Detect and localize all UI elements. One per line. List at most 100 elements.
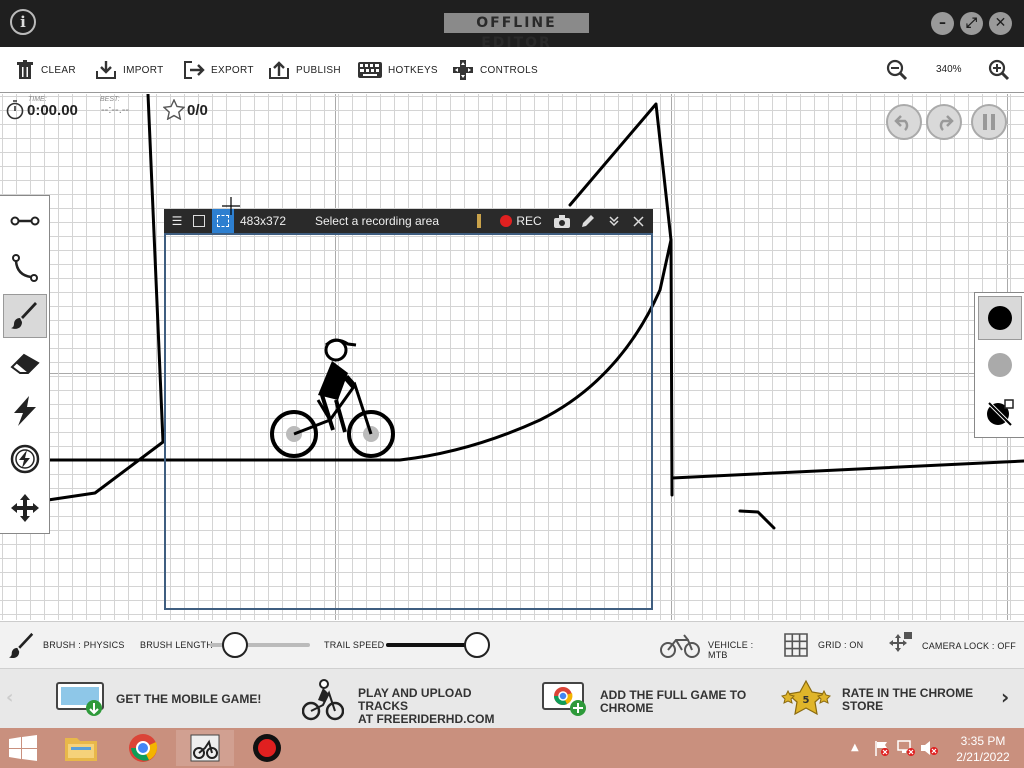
prev-promo-icon[interactable]: ‹ <box>6 687 13 708</box>
volume-muted-icon[interactable] <box>920 740 938 756</box>
run-timer: TIME: 0:00.00 BEST: --:--.-- 0/0 <box>6 96 246 124</box>
import-label: IMPORT <box>123 64 164 76</box>
promo-mobile-text: GET THE MOBILE GAME! <box>116 692 262 706</box>
black-circle-icon <box>988 306 1012 330</box>
recording-area-frame[interactable] <box>164 233 653 610</box>
start-button[interactable] <box>8 735 38 761</box>
star-count: 0/0 <box>187 102 208 119</box>
export-icon <box>184 61 205 79</box>
vehicle-toggle[interactable]: VEHICLE : MTB <box>660 630 770 660</box>
hotkeys-button[interactable]: HOTKEYS <box>358 59 438 81</box>
action-center-flag-icon[interactable] <box>874 740 890 756</box>
vehicle-label: VEHICLE : MTB <box>708 640 754 660</box>
clock-time: 3:35 PM <box>960 734 1006 748</box>
trail-speed-slider[interactable] <box>386 632 490 658</box>
controls-button[interactable]: CONTROLS <box>452 59 538 81</box>
fullscreen-select-icon[interactable] <box>190 209 208 233</box>
rider-bike-icon <box>302 679 344 721</box>
move-arrows-icon <box>11 494 39 522</box>
brush-tool[interactable] <box>3 294 47 338</box>
trash-icon <box>17 60 33 79</box>
powerup-tool[interactable] <box>3 389 47 433</box>
zoom-level: 340% <box>936 64 962 75</box>
import-icon <box>96 61 116 79</box>
zoom-in-icon[interactable] <box>988 59 1010 81</box>
curve-tool[interactable] <box>3 246 47 290</box>
info-icon[interactable]: i <box>10 9 36 35</box>
pause-button[interactable] <box>971 104 1007 140</box>
curve-icon <box>12 254 38 282</box>
rate-badge-number: 5 <box>803 695 810 706</box>
move-tool[interactable] <box>3 486 47 530</box>
publish-label: PUBLISH <box>296 64 341 76</box>
tool-palette <box>0 195 50 534</box>
promo-rate[interactable]: 5 RATE IN THE CHROME STORE <box>780 677 990 721</box>
undo-icon <box>894 115 909 131</box>
undo-button[interactable] <box>886 104 922 140</box>
brush-length-knob[interactable] <box>222 632 248 658</box>
crosshair-cursor-icon <box>222 197 240 215</box>
promo-chrome[interactable]: ADD THE FULL GAME TO CHROME <box>542 679 762 719</box>
system-clock[interactable]: 3:35 PM 2/21/2022 <box>950 733 1016 765</box>
publish-button[interactable]: PUBLISH <box>268 59 341 81</box>
clear-button[interactable]: CLEAR <box>15 59 76 81</box>
camera-lock-label: CAMERA LOCK : OFF <box>922 641 1016 651</box>
best-caption: BEST: <box>100 96 120 103</box>
recording-hint: Select a recording area <box>314 214 440 228</box>
eraser-tool[interactable] <box>3 342 47 386</box>
taskbar-freerider[interactable] <box>176 730 234 766</box>
boost-tool[interactable] <box>3 437 47 481</box>
camera-icon[interactable] <box>552 209 572 233</box>
clear-label: CLEAR <box>41 64 76 76</box>
rec-button[interactable]: REC <box>498 209 544 233</box>
clock-date: 2/21/2022 <box>956 750 1010 764</box>
minimize-button[interactable]: – <box>931 12 954 35</box>
gamepad-dpad-icon <box>453 60 473 80</box>
promo-rate-text: RATE IN THE CHROME STORE <box>842 686 974 713</box>
recorder-close-icon[interactable] <box>628 209 648 233</box>
star-icon <box>163 99 185 120</box>
taskbar-chrome[interactable] <box>114 730 172 766</box>
taskbar-recorder[interactable] <box>238 730 296 766</box>
collapse-chevrons-icon[interactable] <box>604 209 624 233</box>
straight-line-tool[interactable] <box>3 199 47 243</box>
straight-line-icon <box>10 216 40 226</box>
chrome-icon <box>129 734 158 762</box>
trail-speed-knob[interactable] <box>464 632 490 658</box>
controls-label: CONTROLS <box>480 64 538 76</box>
pen-annotate-icon[interactable] <box>578 209 598 233</box>
promo-mobile[interactable]: GET THE MOBILE GAME! <box>56 679 276 719</box>
gray-circle-icon <box>988 353 1012 377</box>
folder-icon <box>65 738 97 761</box>
export-button[interactable]: EXPORT <box>183 59 254 81</box>
next-promo-icon[interactable]: › <box>1001 685 1009 709</box>
tray-overflow-icon[interactable]: ▲ <box>851 742 859 753</box>
brush-length-slider[interactable] <box>210 632 310 658</box>
promo-play-text: PLAY AND UPLOAD TRACKS AT FREERIDERHD.CO… <box>358 686 495 726</box>
taskbar-file-explorer[interactable] <box>52 730 110 766</box>
redo-button[interactable] <box>926 104 962 140</box>
network-icon[interactable] <box>897 740 915 756</box>
windows-logo-icon <box>9 735 37 761</box>
rec-label: REC <box>516 214 542 228</box>
publish-icon <box>269 61 289 79</box>
trail-speed-label: TRAIL SPEED <box>324 640 385 650</box>
erase-physics-swatch[interactable] <box>978 390 1022 434</box>
scenery-line-swatch[interactable] <box>978 343 1022 387</box>
time-value: 0:00.00 <box>27 102 78 119</box>
camera-lock-toggle[interactable]: CAMERA LOCK : OFF <box>886 628 1016 658</box>
maximize-button[interactable]: ⤢ <box>960 12 983 35</box>
zoom-out-icon[interactable] <box>886 59 908 81</box>
recorder-divider <box>476 209 482 233</box>
grid-icon <box>784 633 808 657</box>
promo-play[interactable]: PLAY AND UPLOAD TRACKS AT FREERIDERHD.CO… <box>302 677 522 726</box>
recorder-menu-icon[interactable]: ☰ <box>168 209 186 233</box>
close-button[interactable]: ✕ <box>989 12 1012 35</box>
grid-toggle[interactable]: GRID : ON <box>784 632 864 658</box>
physics-line-swatch[interactable] <box>978 296 1022 340</box>
export-label: EXPORT <box>211 64 254 76</box>
import-button[interactable]: IMPORT <box>95 59 164 81</box>
lightning-icon <box>14 396 36 426</box>
line-type-palette <box>974 292 1024 438</box>
paintbrush-icon <box>11 302 37 329</box>
